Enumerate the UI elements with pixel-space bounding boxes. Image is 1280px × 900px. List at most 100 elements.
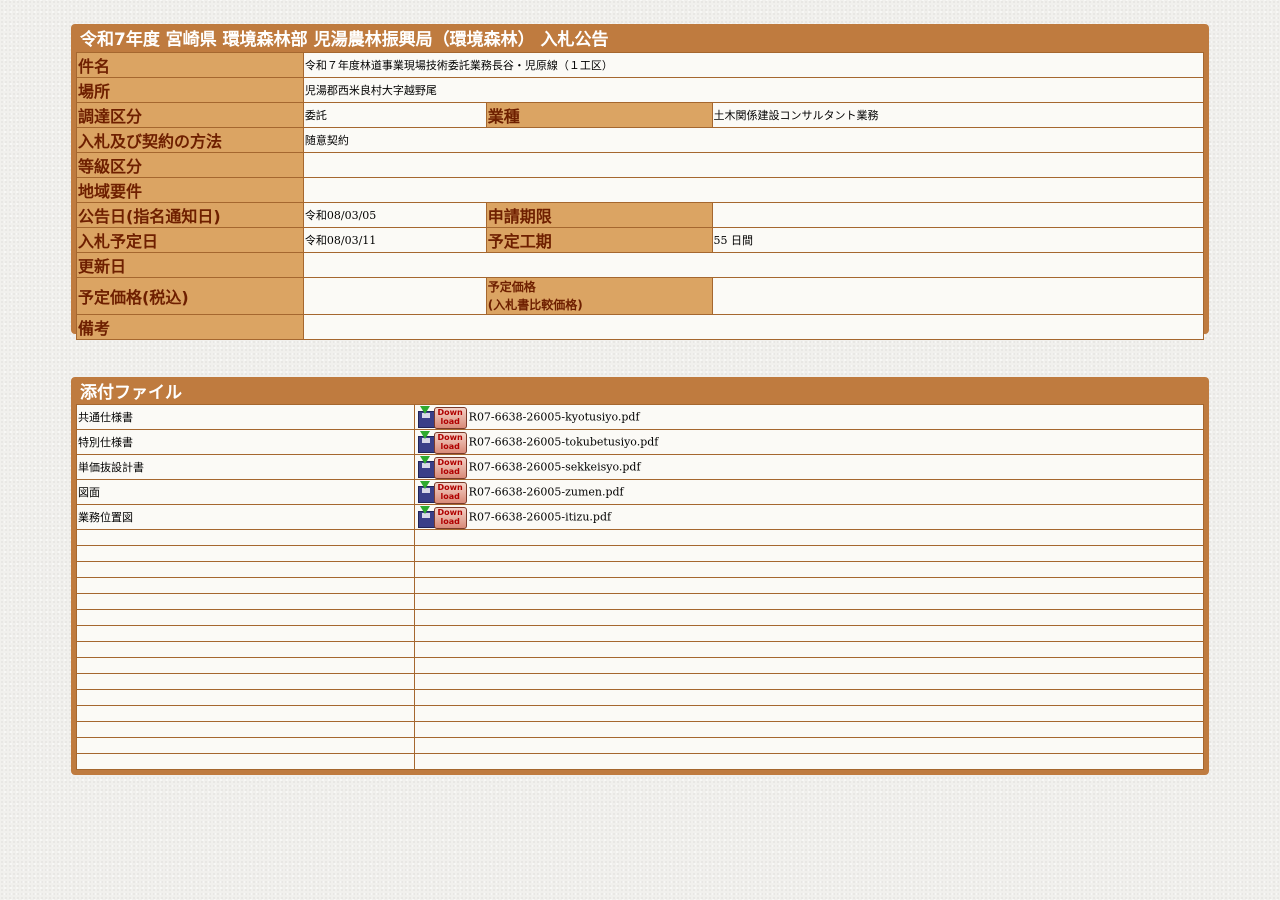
down-arrow-icon bbox=[419, 431, 430, 439]
attachment-empty-cell bbox=[76, 689, 415, 706]
attachment-empty-cell bbox=[413, 689, 1205, 706]
attachment-label: 図面 bbox=[76, 479, 415, 505]
value-shinsei bbox=[711, 202, 1204, 228]
attachments-table: 共通仕様書 Down load R07-6638-26005-kyotusiyo.pd… bbox=[76, 404, 1205, 770]
download-icon-text: Down load bbox=[433, 482, 467, 504]
attachment-empty-cell bbox=[76, 737, 415, 754]
value-tokyu bbox=[302, 152, 1205, 178]
attachments-title: 添付ファイル bbox=[80, 383, 182, 403]
attachment-empty-cell bbox=[76, 753, 415, 770]
attachment-empty-row bbox=[76, 721, 1205, 738]
attachment-empty-row bbox=[76, 689, 1205, 706]
download-icon[interactable]: Down load bbox=[417, 406, 467, 429]
attachment-empty-row bbox=[76, 657, 1205, 674]
value-kokokubi: 令和08/03/05 bbox=[302, 202, 487, 228]
download-icon[interactable]: Down load bbox=[417, 481, 467, 504]
value-kenmei: 令和７年度林道事業現場技術委託業務長谷・児原線（１工区） bbox=[302, 52, 1205, 78]
attachment-empty-cell bbox=[413, 641, 1205, 658]
attachment-empty-cell bbox=[76, 673, 415, 690]
attachment-empty-row bbox=[76, 545, 1205, 562]
attachment-filename-link[interactable]: R07-6638-26005-kyotusiyo.pdf bbox=[469, 411, 640, 424]
attachment-label: 共通仕様書 bbox=[76, 404, 415, 430]
attachment-empty-row bbox=[76, 577, 1205, 594]
attachment-empty-row bbox=[76, 593, 1205, 610]
down-arrow-icon bbox=[419, 456, 430, 464]
attachment-file-cell: Down load R07-6638-26005-sekkeisyo.pdf bbox=[413, 454, 1205, 480]
attachment-empty-row bbox=[76, 705, 1205, 722]
attachment-empty-row bbox=[76, 529, 1205, 546]
value-chotatsu: 委託 bbox=[302, 102, 487, 128]
attachment-file-cell: Down load R07-6638-26005-itizu.pdf bbox=[413, 504, 1205, 530]
attachment-empty-cell bbox=[413, 593, 1205, 610]
attachment-empty-cell bbox=[413, 673, 1205, 690]
label-yoteikakaku-hikaku: 予定価格 (入札書比較価格) bbox=[485, 277, 713, 315]
value-basho: 児湯郡西米良村大字越野尾 bbox=[302, 77, 1205, 103]
attachment-empty-cell bbox=[413, 529, 1205, 546]
download-icon[interactable]: Down load bbox=[417, 456, 467, 479]
attachment-empty-cell bbox=[76, 609, 415, 626]
label-yoteikakaku-hikaku-line1: 予定価格 bbox=[487, 280, 536, 294]
value-koshinbi bbox=[302, 252, 1205, 278]
attachment-row: 共通仕様書 Down load R07-6638-26005-kyotusiyo.pd… bbox=[76, 404, 1205, 430]
label-chiiki: 地域要件 bbox=[76, 177, 304, 203]
attachment-label: 特別仕様書 bbox=[76, 429, 415, 455]
attachment-empty-cell bbox=[413, 705, 1205, 722]
attachment-row: 単価抜設計書 Down load R07-6638-26005-sekkeisyo.p… bbox=[76, 454, 1205, 480]
label-kenmei: 件名 bbox=[76, 52, 304, 78]
down-arrow-icon bbox=[419, 506, 430, 514]
attachment-empty-cell bbox=[76, 721, 415, 738]
label-kokokubi: 公告日(指名通知日) bbox=[76, 202, 304, 228]
label-koshinbi: 更新日 bbox=[76, 252, 304, 278]
download-icon-text: Down load bbox=[433, 432, 467, 454]
label-yoteibi: 入札予定日 bbox=[76, 227, 304, 253]
attachment-empty-row bbox=[76, 641, 1205, 658]
down-arrow-icon bbox=[419, 406, 430, 414]
attachment-empty-cell bbox=[76, 529, 415, 546]
attachment-empty-cell bbox=[76, 625, 415, 642]
download-icon[interactable]: Down load bbox=[417, 431, 467, 454]
attachment-empty-cell bbox=[413, 625, 1205, 642]
attachment-file-cell: Down load R07-6638-26005-zumen.pdf bbox=[413, 479, 1205, 505]
attachment-empty-cell bbox=[76, 657, 415, 674]
attachment-empty-cell bbox=[76, 641, 415, 658]
label-koki: 予定工期 bbox=[485, 227, 713, 253]
label-gyoshu: 業種 bbox=[485, 102, 713, 128]
label-yoteikakaku-hikaku-line2: (入札書比較価格) bbox=[487, 298, 583, 312]
attachment-row: 業務位置図 Down load R07-6638-26005-itizu.pdf bbox=[76, 504, 1205, 530]
attachment-empty-cell bbox=[413, 545, 1205, 562]
notice-table: 件名 令和７年度林道事業現場技術委託業務長谷・児原線（１工区） 場所 児湯郡西米… bbox=[76, 52, 1205, 340]
value-biko bbox=[302, 314, 1205, 340]
attachment-filename-link[interactable]: R07-6638-26005-tokubetusiyo.pdf bbox=[469, 436, 659, 449]
attachment-empty-cell bbox=[413, 609, 1205, 626]
value-koki: 55 日間 bbox=[711, 227, 1204, 253]
notice-title: 令和7年度 宮崎県 環境森林部 児湯農林振興局（環境森林） 入札公告 bbox=[80, 30, 609, 50]
attachment-empty-row bbox=[76, 609, 1205, 626]
attachment-empty-cell bbox=[76, 705, 415, 722]
attachment-empty-row bbox=[76, 625, 1205, 642]
label-shinsei: 申請期限 bbox=[485, 202, 713, 228]
download-icon-text: Down load bbox=[433, 507, 467, 529]
down-arrow-icon bbox=[419, 481, 430, 489]
attachment-filename-link[interactable]: R07-6638-26005-sekkeisyo.pdf bbox=[469, 461, 641, 474]
attachment-label: 業務位置図 bbox=[76, 504, 415, 530]
attachment-row: 特別仕様書 Down load R07-6638-26005-tokubetusiyo… bbox=[76, 429, 1205, 455]
attachment-empty-cell bbox=[76, 545, 415, 562]
attachment-file-cell: Down load R07-6638-26005-kyotusiyo.pdf bbox=[413, 404, 1205, 430]
attachments-panel: 添付ファイル 共通仕様書 Down load R07-6638-26005-kyotu… bbox=[71, 377, 1209, 775]
attachment-row: 図面 Down load R07-6638-26005-zumen.pdf bbox=[76, 479, 1205, 505]
attachment-empty-cell bbox=[413, 657, 1205, 674]
attachment-empty-cell bbox=[413, 561, 1205, 578]
value-yoteikakaku bbox=[302, 277, 487, 315]
attachment-filename-link[interactable]: R07-6638-26005-itizu.pdf bbox=[469, 511, 611, 524]
attachment-empty-cell bbox=[413, 577, 1205, 594]
notice-panel: 令和7年度 宮崎県 環境森林部 児湯農林振興局（環境森林） 入札公告 件名 令和… bbox=[71, 24, 1209, 340]
attachment-empty-row bbox=[76, 737, 1205, 754]
value-chiiki bbox=[302, 177, 1205, 203]
attachment-file-cell: Down load R07-6638-26005-tokubetusiyo.pdf bbox=[413, 429, 1205, 455]
attachment-label: 単価抜設計書 bbox=[76, 454, 415, 480]
label-basho: 場所 bbox=[76, 77, 304, 103]
attachment-empty-cell bbox=[76, 577, 415, 594]
download-icon-text: Down load bbox=[433, 407, 467, 429]
download-icon[interactable]: Down load bbox=[417, 506, 467, 529]
attachment-filename-link[interactable]: R07-6638-26005-zumen.pdf bbox=[469, 486, 624, 499]
